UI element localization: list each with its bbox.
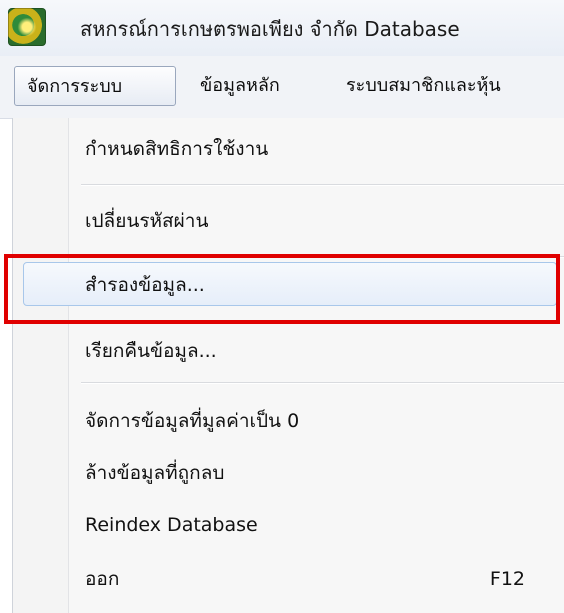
system-management-dropdown: กำหนดสิทธิการใช้งาน เปลี่ยนรหัสผ่าน สำรอ… bbox=[12, 118, 564, 613]
menu-members-shares[interactable]: ระบบสมาชิกและหุ้น bbox=[346, 66, 501, 106]
title-bar: สหกรณ์การเกษตรพอเพียง จำกัด Database bbox=[0, 0, 564, 57]
application-window: สหกรณ์การเกษตรพอเพียง จำกัด Database จัด… bbox=[0, 0, 564, 613]
menu-item-change-password[interactable]: เปลี่ยนรหัสผ่าน bbox=[13, 198, 564, 244]
logo-spark bbox=[17, 18, 37, 36]
menu-master-data[interactable]: ข้อมูลหลัก bbox=[200, 66, 280, 106]
menu-item-restore-data[interactable]: เรียกคืนข้อมูล... bbox=[13, 328, 564, 374]
annotation-highlight-box bbox=[4, 254, 560, 324]
menu-item-exit-label: ออก bbox=[85, 568, 120, 590]
menu-item-purge-deleted[interactable]: ล้างข้อมูลที่ถูกลบ bbox=[13, 450, 564, 496]
app-logo-icon bbox=[8, 8, 46, 46]
menu-bar: จัดการระบบ ข้อมูลหลัก ระบบสมาชิกและหุ้น bbox=[0, 56, 564, 119]
menu-item-zero-value-data[interactable]: จัดการข้อมูลที่มูลค่าเป็น 0 bbox=[13, 398, 564, 444]
exit-shortcut-key: F12 bbox=[489, 568, 525, 590]
window-title: สหกรณ์การเกษตรพอเพียง จำกัด Database bbox=[80, 17, 460, 41]
menu-item-exit[interactable]: ออก F12 bbox=[13, 556, 564, 602]
menu-system-management[interactable]: จัดการระบบ bbox=[14, 66, 176, 106]
menu-item-reindex-database[interactable]: Reindex Database bbox=[13, 502, 564, 548]
menu-item-permissions[interactable]: กำหนดสิทธิการใช้งาน bbox=[13, 126, 564, 172]
menu-separator bbox=[81, 382, 564, 384]
menu-separator bbox=[81, 184, 564, 186]
